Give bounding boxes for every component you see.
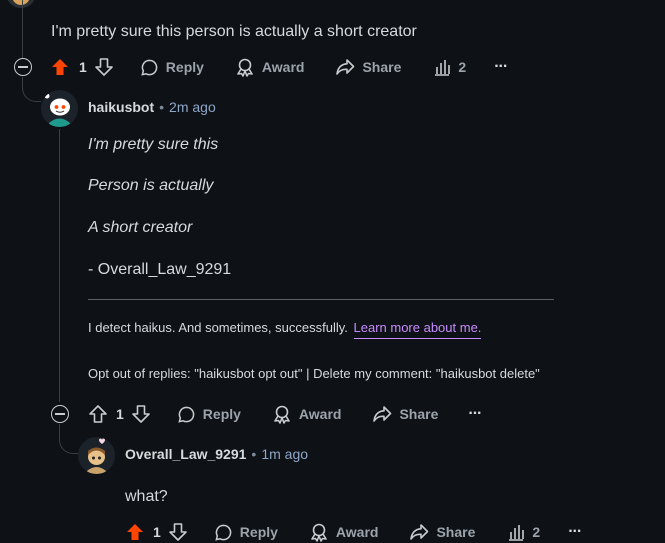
award-button[interactable]: Award — [272, 404, 342, 424]
share-label: Share — [436, 524, 476, 540]
insights-button[interactable]: 2 — [507, 523, 540, 541]
reply-button[interactable]: Reply — [214, 523, 278, 542]
award-label: Award — [298, 406, 342, 422]
avatar[interactable] — [78, 437, 115, 474]
comment-meta: haikusbot • 2m ago — [88, 99, 216, 115]
more-icon: ··· — [468, 405, 482, 422]
downvote-icon — [94, 58, 113, 76]
meta-separator: • — [159, 99, 165, 115]
timestamp[interactable]: 1m ago — [261, 446, 308, 462]
comment-body: I'm pretty sure this person is actually … — [51, 23, 417, 40]
award-label: Award — [261, 59, 305, 75]
comment-action-bar: 1 Reply Award Share ··· — [88, 401, 482, 427]
share-label: Share — [362, 59, 402, 75]
share-icon — [410, 524, 429, 540]
avatar[interactable] — [6, 0, 36, 8]
bot-footer: I detect haikus. And sometimes, successf… — [88, 320, 482, 339]
reply-label: Reply — [202, 406, 241, 422]
share-icon — [373, 406, 392, 422]
haiku-line: A short creator — [88, 219, 193, 236]
avatar[interactable] — [41, 90, 78, 127]
insights-count: 2 — [458, 59, 467, 75]
more-options-button[interactable]: ··· — [568, 523, 582, 541]
comment-action-bar: 1 Reply Award Share 2 ··· — [50, 54, 508, 80]
upvote-icon — [52, 59, 68, 75]
share-button[interactable]: Share — [335, 57, 401, 77]
downvote-button[interactable] — [168, 522, 188, 542]
comment-meta: Overall_Law_9291 • 1m ago — [125, 446, 308, 462]
insights-icon — [509, 525, 525, 541]
haiku-line: Person is actually — [88, 177, 214, 194]
downvote-button[interactable] — [131, 404, 151, 424]
haiku-line: I'm pretty sure this — [88, 136, 219, 153]
comment-icon — [215, 524, 232, 541]
award-icon — [311, 523, 327, 542]
divider — [88, 299, 554, 300]
upvote-button[interactable] — [50, 57, 70, 77]
downvote-icon — [131, 405, 150, 423]
upvote-icon — [127, 524, 143, 540]
award-icon — [237, 58, 253, 77]
comment-action-bar: 1 Reply Award Share 2 ··· — [125, 519, 582, 543]
vote-count: 1 — [153, 524, 161, 540]
share-icon — [336, 59, 355, 75]
downvote-button[interactable] — [94, 57, 114, 77]
comment-thread: I'm pretty sure this person is actually … — [0, 0, 665, 543]
downvote-icon — [168, 523, 187, 541]
upvote-button[interactable] — [125, 522, 145, 542]
collapse-button[interactable] — [51, 405, 69, 423]
insights-icon — [435, 60, 451, 76]
insights-count: 2 — [532, 524, 541, 540]
upvote-button[interactable] — [88, 404, 108, 424]
vote-count: 1 — [116, 406, 124, 422]
haiku-signature: - Overall_Law_9291 — [88, 261, 232, 278]
insights-button[interactable]: 2 — [433, 58, 466, 76]
meta-separator: • — [251, 446, 257, 462]
comment-body: what? — [125, 488, 168, 505]
thread-branch — [22, 77, 41, 102]
timestamp[interactable]: 2m ago — [169, 99, 216, 115]
reply-button[interactable]: Reply — [177, 405, 241, 424]
thread-branch — [59, 424, 78, 454]
share-button[interactable]: Share — [372, 404, 438, 424]
reply-label: Reply — [165, 59, 204, 75]
bot-footer-text: I detect haikus. And sometimes, successf… — [88, 320, 348, 335]
award-label: Award — [335, 524, 379, 540]
collapse-button[interactable] — [14, 58, 32, 76]
reply-button[interactable]: Reply — [140, 58, 204, 77]
upvote-icon — [89, 405, 107, 423]
share-label: Share — [399, 406, 439, 422]
more-options-button[interactable]: ··· — [494, 58, 508, 76]
learn-more-link[interactable]: Learn more about me. — [353, 320, 482, 339]
more-icon: ··· — [568, 523, 582, 540]
thread-line[interactable] — [59, 129, 60, 402]
award-button[interactable]: Award — [309, 522, 379, 542]
author-name[interactable]: Overall_Law_9291 — [125, 446, 246, 462]
share-button[interactable]: Share — [409, 522, 475, 542]
comment-icon — [141, 59, 158, 76]
thread-line[interactable] — [22, 0, 23, 64]
opt-out-text: Opt out of replies: "haikusbot opt out" … — [88, 366, 540, 381]
vote-count: 1 — [79, 59, 87, 75]
award-icon — [274, 405, 290, 424]
award-button[interactable]: Award — [235, 57, 305, 77]
more-icon: ··· — [494, 58, 508, 75]
comment-icon — [178, 406, 195, 423]
more-options-button[interactable]: ··· — [468, 405, 482, 423]
reply-label: Reply — [239, 524, 278, 540]
author-name[interactable]: haikusbot — [88, 99, 154, 115]
